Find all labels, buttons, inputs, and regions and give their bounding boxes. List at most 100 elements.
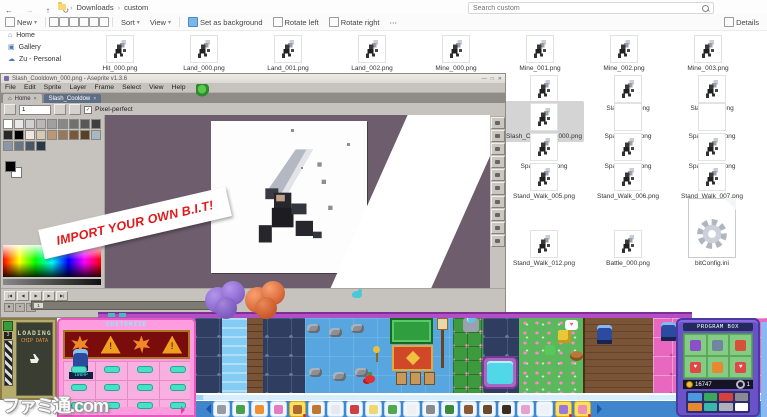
palette-swatch[interactable] xyxy=(14,141,24,151)
customize-slot-button[interactable] xyxy=(170,384,186,391)
file-item[interactable]: Land_000.png xyxy=(164,33,244,74)
customize-slot-button[interactable] xyxy=(104,384,120,391)
tray-chip-icon[interactable] xyxy=(719,393,733,401)
palette-item[interactable] xyxy=(308,401,325,417)
file-item[interactable]: Stand_Walk_012.png xyxy=(504,228,584,269)
palette-swatch[interactable] xyxy=(25,119,35,129)
tab-home[interactable]: ⌂ Home × xyxy=(3,94,42,103)
ink-type-button[interactable] xyxy=(69,104,81,115)
saturation-bar[interactable] xyxy=(3,279,101,285)
frame-nav-button[interactable]: ▶| xyxy=(56,291,68,301)
menu-item[interactable]: Edit xyxy=(20,84,40,91)
npc-duck[interactable] xyxy=(558,330,571,343)
tray-chip-icon[interactable] xyxy=(688,393,702,401)
file-item[interactable]: bitConfig.ini xyxy=(672,196,752,269)
palette-swatch[interactable] xyxy=(80,119,90,129)
menu-item[interactable]: View xyxy=(145,84,168,91)
program-slot[interactable] xyxy=(707,334,730,356)
breadcrumb-downloads[interactable]: Downloads xyxy=(77,3,114,12)
tray-chip-icon[interactable] xyxy=(704,393,718,401)
maximize-button[interactable]: □ xyxy=(491,76,494,82)
shapes-tool-icon[interactable] xyxy=(491,235,505,247)
close-tab-icon[interactable]: × xyxy=(34,96,37,102)
berry-item[interactable] xyxy=(365,375,375,383)
customize-slot-button[interactable] xyxy=(104,366,120,373)
bucket-tool-icon[interactable] xyxy=(491,222,505,234)
search-box[interactable] xyxy=(468,2,714,14)
menu-item[interactable]: Layer xyxy=(65,84,90,91)
tray-chip-icon[interactable] xyxy=(704,403,718,411)
file-item[interactable]: Mine_001.png xyxy=(500,33,580,74)
hand-tool-icon[interactable] xyxy=(491,209,505,221)
customize-slot-button[interactable] xyxy=(137,402,153,409)
palette-left-arrow[interactable] xyxy=(201,404,211,414)
breadcrumb[interactable]: › Downloads › custom xyxy=(58,2,148,12)
tray-chip-icon[interactable] xyxy=(688,403,702,411)
palette-swatch[interactable] xyxy=(25,141,35,151)
robot-character[interactable] xyxy=(597,325,612,344)
palette-item[interactable] xyxy=(213,401,230,417)
palette-item[interactable] xyxy=(346,401,363,417)
customize-slot-button[interactable] xyxy=(71,384,87,391)
tray-chip-icon[interactable] xyxy=(719,403,733,411)
bridge-tiles[interactable] xyxy=(247,318,263,393)
more-button[interactable]: ⋯ xyxy=(389,18,397,27)
search-input[interactable] xyxy=(469,5,702,12)
program-slot[interactable] xyxy=(684,334,707,356)
set-background-button[interactable]: Set as background xyxy=(188,17,263,27)
new-button[interactable]: New▾ xyxy=(5,17,37,27)
palette-swatch[interactable] xyxy=(3,141,13,151)
file-item[interactable]: Land_001.png xyxy=(248,33,328,74)
close-tab-icon[interactable]: × xyxy=(93,96,96,102)
rename-icon[interactable] xyxy=(79,17,89,27)
palette-item[interactable] xyxy=(365,401,382,417)
pixel-perfect-checkbox[interactable]: ✓ xyxy=(84,106,92,114)
palette-swatch[interactable] xyxy=(14,130,24,140)
breadcrumb-custom[interactable]: custom xyxy=(124,3,148,12)
paste-icon[interactable] xyxy=(69,17,79,27)
palette-item[interactable] xyxy=(555,401,572,417)
npc-sprite[interactable] xyxy=(545,345,555,355)
rotate-left-button[interactable]: Rotate left xyxy=(273,17,319,27)
fg-bg-color-selector[interactable] xyxy=(5,161,21,177)
palette-swatch[interactable] xyxy=(80,130,90,140)
program-slot[interactable]: ♥ xyxy=(684,356,707,378)
sort-button[interactable]: Sort▾ xyxy=(121,18,140,27)
palette-item[interactable] xyxy=(479,401,496,417)
menu-item[interactable]: Select xyxy=(118,84,145,91)
palette-item[interactable] xyxy=(403,401,420,417)
water-tiles[interactable] xyxy=(222,318,247,393)
menu-item[interactable]: Sprite xyxy=(40,84,66,91)
eyedropper-tool-icon[interactable] xyxy=(491,182,505,194)
tab-document[interactable]: Slash_Cooldow × xyxy=(44,94,102,103)
tray-chip-icon[interactable] xyxy=(735,393,749,401)
palette-item[interactable] xyxy=(498,401,515,417)
palette-item[interactable] xyxy=(384,401,401,417)
palette-item[interactable] xyxy=(289,401,306,417)
palette-item[interactable] xyxy=(536,401,553,417)
sidebar-item[interactable]: ▣ Gallery xyxy=(0,41,78,53)
rotate-right-button[interactable]: Rotate right xyxy=(329,17,380,27)
menu-item[interactable]: Frame xyxy=(90,84,118,91)
brush-size-input[interactable] xyxy=(19,105,51,115)
file-item[interactable]: Battle_000.png xyxy=(588,228,668,269)
palette-swatch[interactable] xyxy=(91,119,101,129)
palette-swatch[interactable] xyxy=(58,130,68,140)
copy-icon[interactable] xyxy=(59,17,69,27)
file-item[interactable]: Land_002.png xyxy=(332,33,412,74)
palette-item[interactable] xyxy=(270,401,287,417)
palette-right-arrow[interactable] xyxy=(597,404,607,414)
stool[interactable] xyxy=(424,372,435,385)
brush-type-button[interactable] xyxy=(54,104,66,115)
tray-chip-icon[interactable] xyxy=(735,403,749,411)
palette-swatch[interactable] xyxy=(14,119,24,129)
palette-item[interactable] xyxy=(460,401,477,417)
file-item[interactable]: Mine_002.png xyxy=(584,33,664,74)
palette-swatch[interactable] xyxy=(58,119,68,129)
menu-item[interactable]: Help xyxy=(168,84,190,91)
palette-swatch[interactable] xyxy=(91,130,101,140)
cut-icon[interactable] xyxy=(49,17,59,27)
palette-item[interactable] xyxy=(232,401,249,417)
palette-swatch[interactable] xyxy=(47,119,57,129)
palette-swatch[interactable] xyxy=(36,141,46,151)
